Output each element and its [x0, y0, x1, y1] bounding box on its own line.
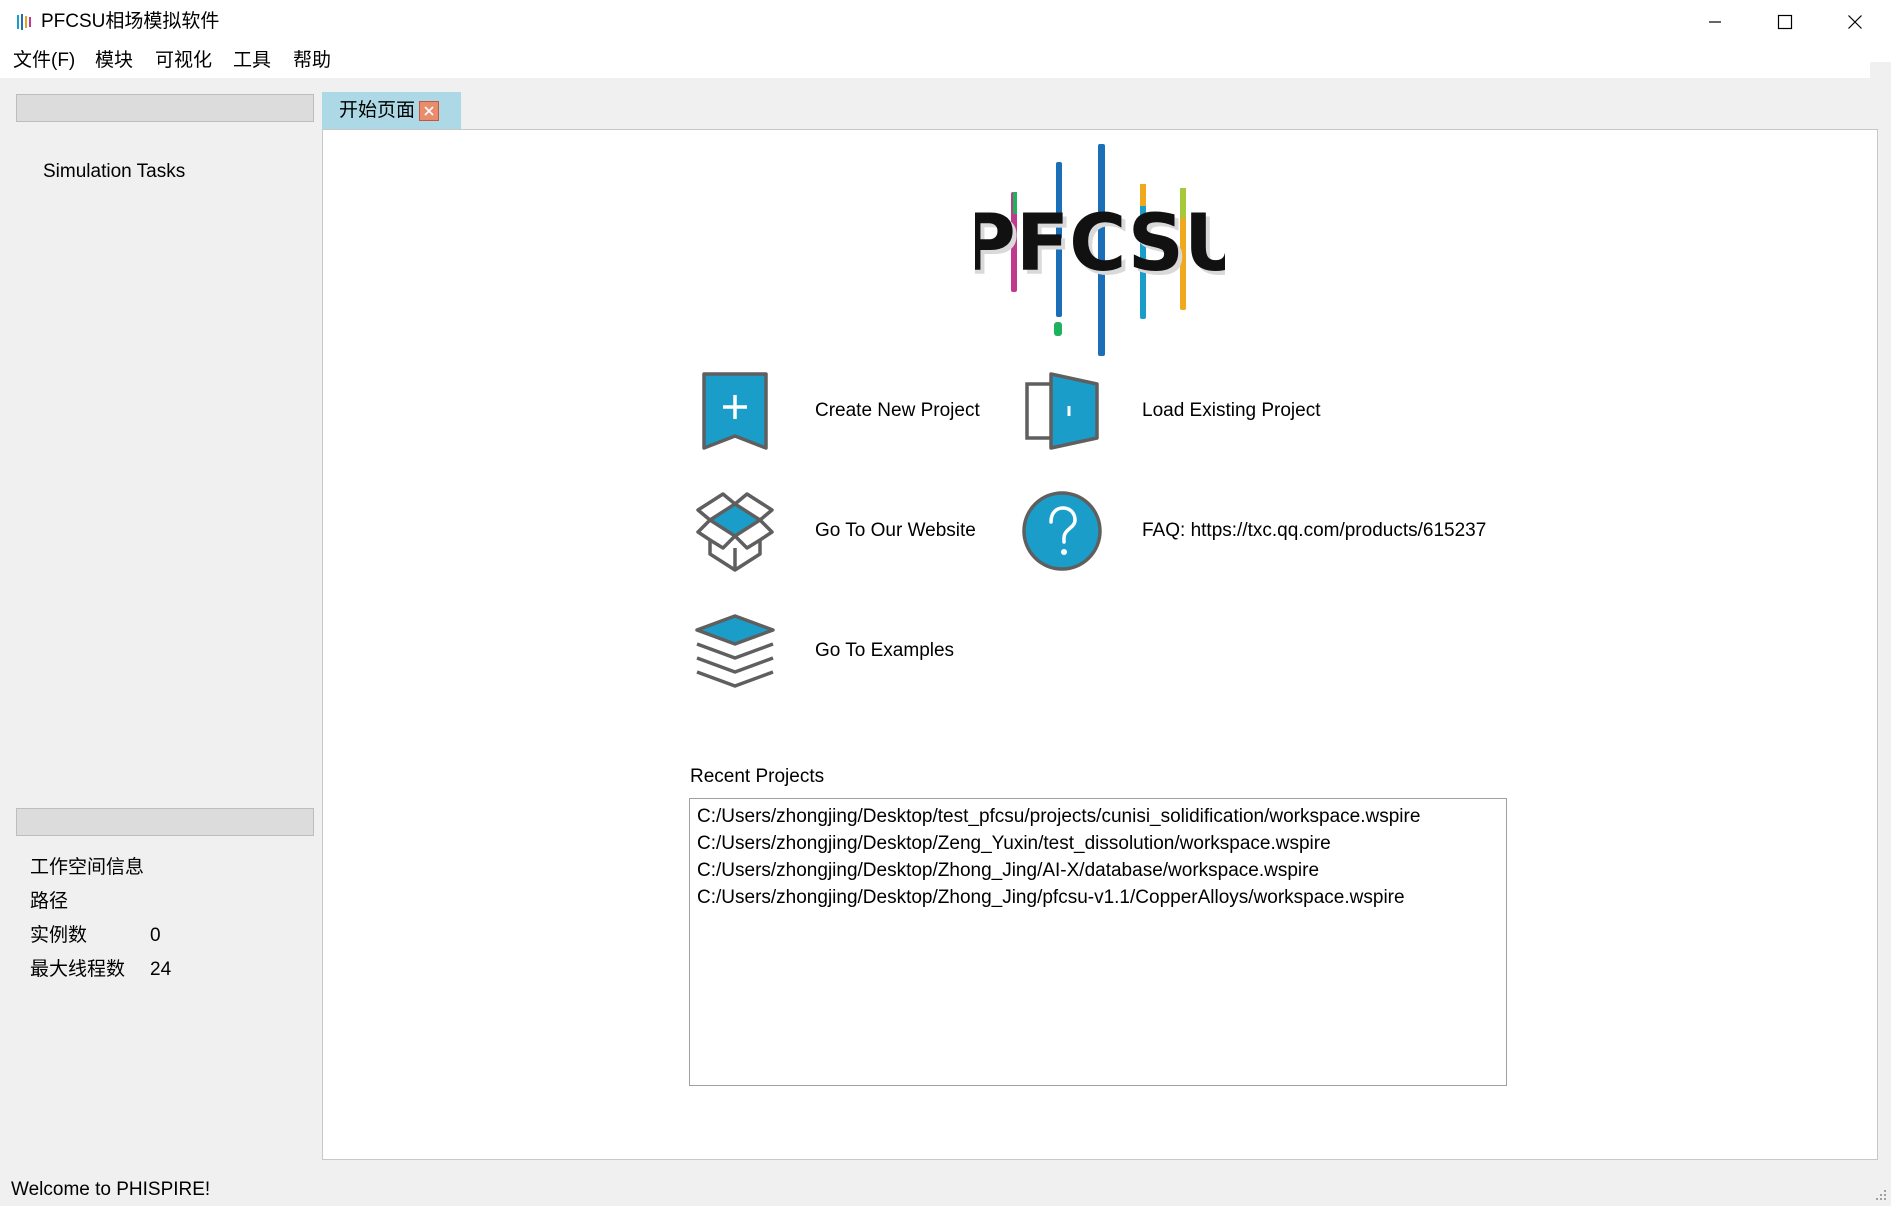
workspace-dock-title-bar[interactable]: [16, 808, 314, 836]
recent-project-item[interactable]: C:/Users/zhongjing/Desktop/Zhong_Jing/pf…: [697, 884, 1506, 911]
recent-project-item[interactable]: C:/Users/zhongjing/Desktop/test_pfcsu/pr…: [697, 803, 1506, 830]
tasks-dock-title-bar[interactable]: [16, 94, 314, 122]
threads-label: 最大线程数: [30, 959, 126, 980]
recent-project-item[interactable]: C:/Users/zhongjing/Desktop/Zhong_Jing/AI…: [697, 857, 1506, 884]
minimize-icon: [1709, 21, 1721, 23]
minimize-button[interactable]: [1680, 0, 1750, 44]
status-bar: Welcome to PHISPIRE!: [0, 1168, 1891, 1206]
close-button[interactable]: [1820, 0, 1890, 44]
tab-start-page-label: 开始页面: [339, 100, 416, 121]
instances-label: 实例数: [30, 925, 88, 946]
website-box-icon[interactable]: [695, 490, 775, 572]
load-project-link[interactable]: Load Existing Project: [1142, 399, 1321, 423]
close-icon: [1848, 15, 1862, 29]
workspace-threads-row: 最大线程数 24: [30, 958, 171, 982]
title-bar: PFCSU相场模拟软件: [0, 0, 1891, 44]
examples-layers-icon[interactable]: [693, 612, 777, 690]
website-link[interactable]: Go To Our Website: [815, 519, 976, 543]
faq-link[interactable]: FAQ: https://txc.qq.com/products/615237: [1142, 519, 1486, 543]
resize-grip-icon[interactable]: [1872, 1186, 1888, 1202]
pfcsu-logo: PFCSU PFCSU: [975, 144, 1225, 356]
menu-help[interactable]: 帮助: [293, 49, 331, 73]
menu-module[interactable]: 模块: [95, 49, 133, 73]
tab-strip: 开始页面: [322, 92, 1878, 129]
menu-tools[interactable]: 工具: [233, 49, 271, 73]
status-message: Welcome to PHISPIRE!: [11, 1179, 211, 1200]
create-project-icon[interactable]: [700, 370, 770, 452]
threads-value: 24: [150, 959, 172, 980]
window-title: PFCSU相场模拟软件: [41, 11, 220, 32]
pfcsu-app-icon: [17, 14, 31, 30]
instances-value: 0: [150, 925, 161, 946]
maximize-button[interactable]: [1750, 0, 1820, 44]
load-project-icon[interactable]: [1023, 370, 1099, 452]
recent-project-item[interactable]: C:/Users/zhongjing/Desktop/Zeng_Yuxin/te…: [697, 830, 1506, 857]
tab-start-page[interactable]: 开始页面: [322, 92, 461, 129]
recent-projects-list[interactable]: C:/Users/zhongjing/Desktop/test_pfcsu/pr…: [689, 798, 1507, 1086]
workspace-path-row: 路径: [30, 890, 150, 914]
logo-text: PFCSU: [975, 199, 1225, 289]
workspace-instances-row: 实例数 0: [30, 924, 161, 948]
workspace-info-heading: 工作空间信息: [30, 857, 145, 878]
examples-link[interactable]: Go To Examples: [815, 639, 954, 663]
faq-question-icon[interactable]: [1021, 490, 1103, 572]
menu-visualize[interactable]: 可视化: [155, 49, 212, 73]
recent-projects-title: Recent Projects: [690, 766, 825, 787]
menu-bar: 文件(F) 模块 可视化 工具 帮助: [0, 44, 1891, 78]
menu-file[interactable]: 文件(F): [13, 49, 75, 73]
path-label: 路径: [30, 891, 69, 912]
create-project-link[interactable]: Create New Project: [815, 399, 980, 423]
tab-close-icon[interactable]: [419, 101, 439, 121]
simulation-tasks-tree-item[interactable]: Simulation Tasks: [43, 160, 185, 184]
maximize-icon: [1777, 14, 1793, 30]
